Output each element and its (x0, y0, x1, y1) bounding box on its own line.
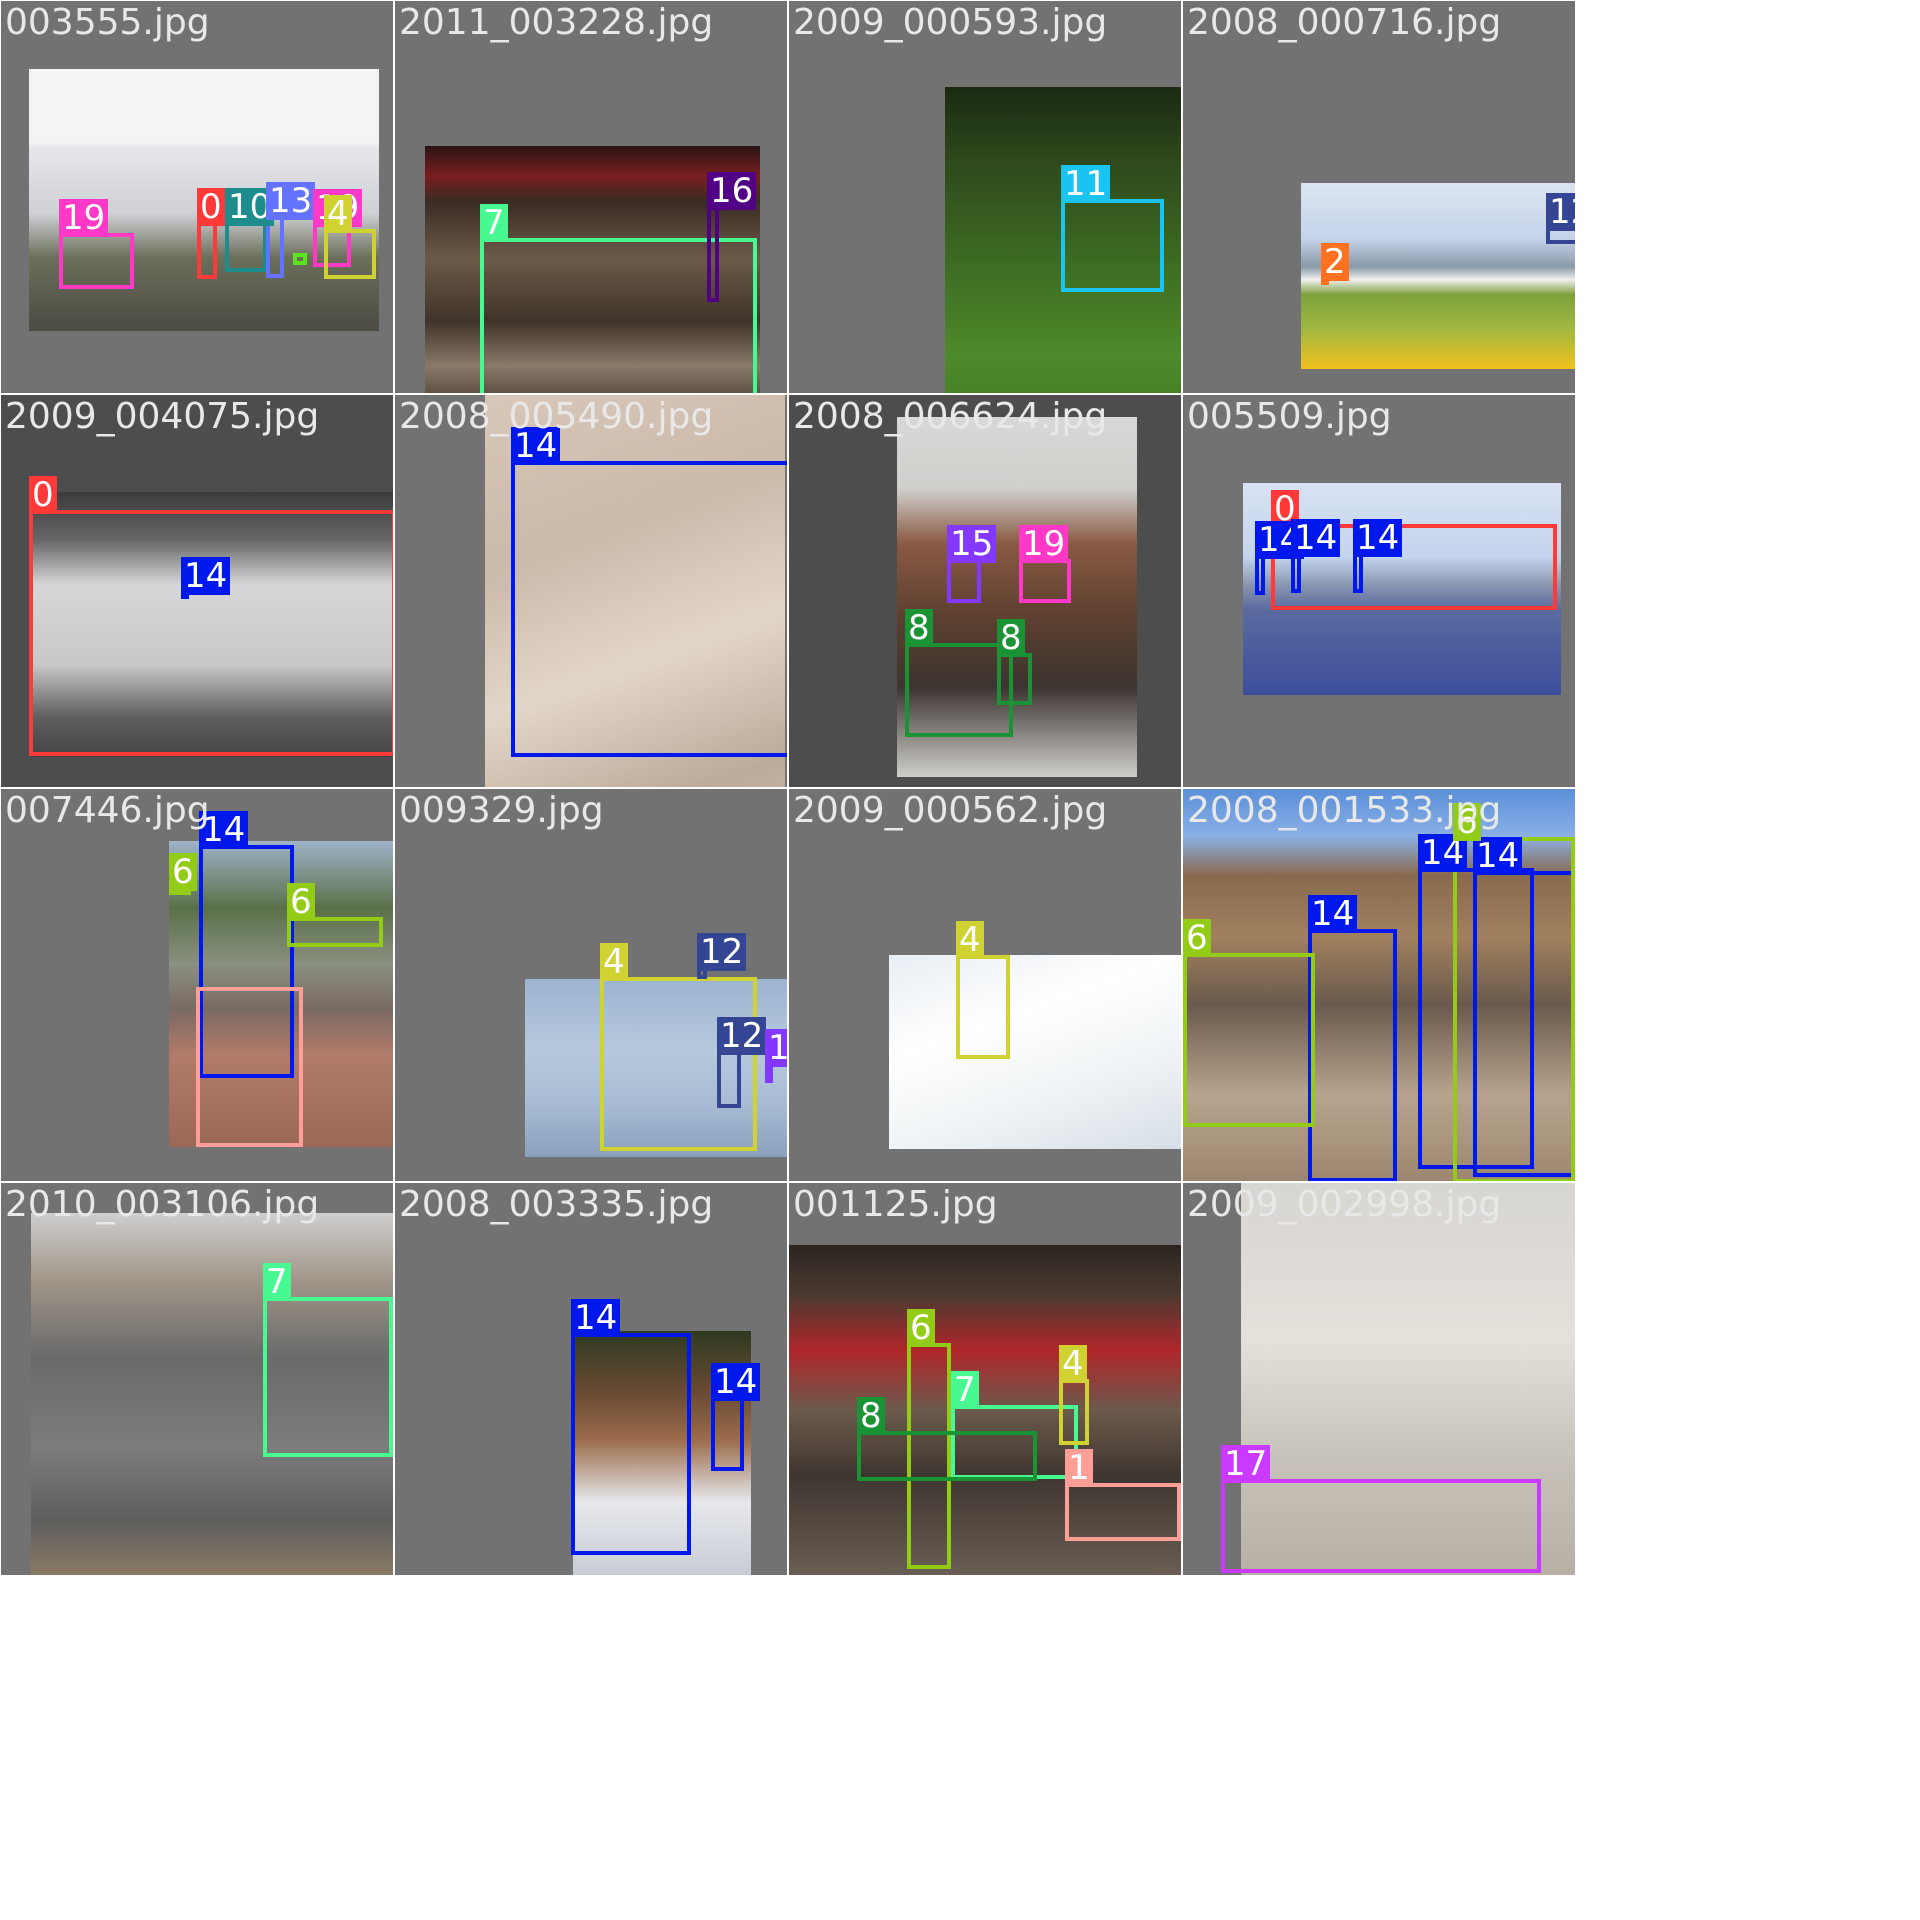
grid-tile[interactable]: 17 2009_002998.jpg (1183, 1183, 1575, 1575)
grid-tile[interactable]: 4121215009329.jpg (395, 789, 787, 1181)
photo-thumbnail (889, 955, 1181, 1149)
image-filename: 2009_000562.jpg (793, 790, 1108, 831)
grid-tile[interactable]: 1901013194003555.jpg (1, 1, 393, 393)
bounding-box (197, 222, 217, 279)
bounding-box (1221, 1479, 1541, 1573)
class-label: 4 (1059, 1345, 1087, 1383)
class-label: 6 (1183, 919, 1211, 957)
class-label: 12 (717, 1017, 767, 1055)
class-label: 6 (287, 883, 315, 921)
bounding-box (857, 1431, 1037, 1481)
image-filename: 001125.jpg (793, 1184, 998, 1225)
class-label: 15 (947, 525, 997, 563)
class-label: 7 (951, 1371, 979, 1409)
grid-tile[interactable]: 7 2010_003106.jpg (1, 1183, 393, 1575)
bounding-box (324, 229, 376, 279)
image-filename: 007446.jpg (5, 790, 210, 831)
class-label: 2 (1321, 243, 1349, 281)
grid-tile[interactable]: 11 2009_000593.jpg (789, 1, 1181, 393)
class-label: 0 (197, 188, 225, 226)
grid-tile[interactable]: 7 16 2011_003228.jpg (395, 1, 787, 393)
bounding-box (1308, 929, 1397, 1181)
class-label: 19 (1019, 525, 1069, 563)
class-label: 8 (905, 609, 933, 647)
image-filename: 2008_003335.jpg (399, 1184, 714, 1225)
class-label: 14 (1353, 519, 1403, 557)
bounding-box (196, 987, 303, 1147)
bounding-box (1183, 953, 1315, 1127)
grid-tile[interactable]: 12 2 2008_000716.jpg (1183, 1, 1575, 393)
bounding-box (1061, 199, 1164, 292)
class-label: 7 (263, 1263, 291, 1301)
grid-tile[interactable]: 14 14 2008_003335.jpg (395, 1183, 787, 1575)
bounding-box (293, 253, 307, 265)
bounding-box (947, 559, 981, 603)
bounding-box (997, 653, 1032, 705)
image-filename: 2009_002998.jpg (1187, 1184, 1502, 1225)
bounding-box (511, 461, 787, 757)
bounding-box (1065, 1483, 1181, 1541)
class-label: 15 (765, 1029, 787, 1067)
class-label: 13 (266, 182, 316, 220)
bounding-box (1019, 559, 1071, 603)
class-label: 14 (181, 557, 231, 595)
grid-tile[interactable]: 14 2008_005490.jpg (395, 395, 787, 787)
class-label: 11 (1061, 165, 1111, 203)
image-filename: 2008_000716.jpg (1187, 2, 1502, 43)
bounding-box (29, 510, 393, 756)
grid-tile[interactable]: 0 14 2009_004075.jpg (1, 395, 393, 787)
bounding-box (717, 1051, 741, 1108)
class-label: 8 (997, 619, 1025, 657)
class-label: 14 (1473, 837, 1523, 875)
detection-image-grid: 19 0 1 0 13 19 4 003555.jpg 7 16 2011_003228.jpg 11… (0, 0, 1920, 1920)
bounding-box (707, 206, 719, 302)
bounding-box (1059, 1379, 1089, 1445)
image-filename: 009329.jpg (399, 790, 604, 831)
grid-tile[interactable]: 14 14 14 6 6 2008_001533.jpg (1183, 789, 1575, 1181)
image-filename: 2010_003106.jpg (5, 1184, 320, 1225)
class-label: 6 (169, 853, 197, 891)
class-label: 14 (1291, 519, 1341, 557)
bounding-box (225, 222, 267, 272)
class-label: 4 (956, 921, 984, 959)
class-label: 1 (1065, 1449, 1093, 1487)
image-filename: 2008_001533.jpg (1187, 790, 1502, 831)
image-filename: 2009_000593.jpg (793, 2, 1108, 43)
image-filename: 2009_004075.jpg (5, 396, 320, 437)
bounding-box (1255, 555, 1265, 595)
bounding-box (711, 1397, 744, 1471)
bounding-box (956, 955, 1010, 1059)
grid-tile[interactable]: 14 6 6 007446.jpg (1, 789, 393, 1181)
grid-tile[interactable]: 4 2009_000562.jpg (789, 789, 1181, 1181)
bounding-box (59, 233, 134, 289)
image-filename: 003555.jpg (5, 2, 210, 43)
grid-tile[interactable]: 15 19 8 8 2008_006624.jpg (789, 395, 1181, 787)
bounding-box (1353, 553, 1363, 593)
image-filename: 2008_005490.jpg (399, 396, 714, 437)
image-filename: 2008_006624.jpg (793, 396, 1108, 437)
grid-tile[interactable]: 0 14 14 14 005509.jpg (1183, 395, 1575, 787)
grid-tile[interactable]: 6 7 8 4 1 001125.jpg (789, 1183, 1181, 1575)
bounding-box (263, 1297, 393, 1457)
class-label: 16 (707, 172, 757, 210)
class-label: 14 (571, 1299, 621, 1337)
class-label: 8 (857, 1397, 885, 1435)
class-label: 12 (697, 933, 747, 971)
class-label: 17 (1221, 1445, 1271, 1483)
class-label: 7 (480, 204, 508, 242)
bounding-box (1453, 837, 1575, 1181)
image-filename: 005509.jpg (1187, 396, 1392, 437)
class-label: 4 (324, 195, 352, 233)
bounding-box (571, 1333, 691, 1555)
class-label: 14 (711, 1363, 761, 1401)
class-label: 14 (1308, 895, 1358, 933)
image-filename: 2011_003228.jpg (399, 2, 714, 43)
class-label: 12 (1546, 193, 1575, 231)
class-label: 4 (600, 943, 628, 981)
class-label: 6 (907, 1309, 935, 1347)
class-label: 0 (29, 476, 57, 514)
class-label: 19 (59, 199, 109, 237)
